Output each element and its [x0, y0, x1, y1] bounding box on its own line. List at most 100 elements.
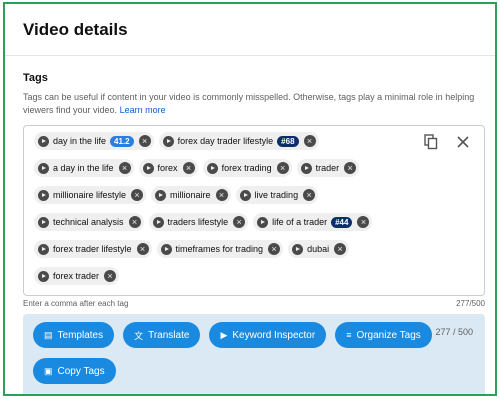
youtube-play-icon — [38, 189, 49, 201]
tagbox-actions — [424, 134, 470, 150]
youtube-play-icon — [300, 162, 312, 174]
tag-label: a day in the life — [53, 163, 114, 173]
tag-chip[interactable]: millionaire × — [151, 186, 231, 204]
remove-tag-icon[interactable]: × — [276, 162, 289, 174]
tag-rank-badge: #68 — [277, 135, 299, 147]
youtube-play-icon — [206, 162, 218, 174]
tag-chip[interactable]: trader × — [296, 159, 360, 177]
tag-chip[interactable]: live trading × — [235, 186, 319, 204]
remove-tag-icon[interactable]: × — [131, 189, 144, 201]
youtube-play-icon — [38, 243, 49, 255]
tag-label: timeframes for trading — [175, 244, 264, 254]
tag-label: dubai — [307, 244, 330, 254]
remove-tag-icon[interactable]: × — [136, 243, 149, 255]
copy-tags-button[interactable]: ▣ Copy Tags — [33, 358, 116, 384]
remove-tag-icon[interactable]: × — [128, 216, 141, 228]
tag-chip[interactable]: technical analysis × — [34, 213, 144, 231]
button-label: Translate — [148, 329, 190, 341]
remove-tag-icon[interactable]: × — [303, 135, 316, 147]
tag-label: forex trader — [53, 271, 100, 281]
youtube-play-icon — [239, 189, 251, 201]
tag-label: trader — [315, 163, 340, 173]
tag-chip[interactable]: a day in the life × — [34, 159, 134, 177]
remove-tag-icon[interactable]: × — [344, 162, 357, 174]
tags-title: Tags — [23, 72, 48, 84]
remove-tag-icon[interactable]: × — [182, 162, 195, 174]
remove-tag-icon[interactable]: × — [268, 243, 281, 255]
tag-row: day in the life 41.2 × forex day trader lif… — [34, 132, 414, 150]
play-icon: ▶ — [220, 329, 228, 340]
remove-tag-icon[interactable]: × — [138, 135, 151, 147]
button-label: Organize Tags — [356, 329, 421, 341]
tag-label: traders lifestyle — [167, 217, 229, 227]
tag-chip[interactable]: day in the life 41.2 × — [34, 132, 154, 150]
youtube-play-icon — [38, 162, 49, 174]
youtube-play-icon — [38, 270, 49, 282]
youtube-play-icon — [38, 135, 49, 147]
tags-footer: Enter a comma after each tag 277/500 — [23, 299, 485, 308]
tag-list: day in the life 41.2 × forex day trader lif… — [34, 132, 414, 285]
copy-icon[interactable] — [424, 134, 438, 150]
tags-help-text: Tags can be useful if content in your vi… — [23, 91, 477, 117]
tag-label: forex day trader lifestyle — [177, 136, 274, 146]
remove-tag-icon[interactable]: × — [357, 216, 370, 228]
youtube-play-icon — [38, 216, 49, 228]
remove-tag-icon[interactable]: × — [215, 189, 228, 201]
tag-label: forex trading — [221, 163, 272, 173]
tag-label: forex — [157, 163, 178, 173]
tags-hint: Enter a comma after each tag — [23, 299, 129, 308]
tag-chip[interactable]: traders lifestyle × — [148, 213, 249, 231]
tag-label: life of a trader — [272, 217, 328, 227]
sort-icon: ≡ — [346, 330, 352, 340]
translate-icon: 文 — [134, 330, 144, 341]
tag-chip[interactable]: forex day trader lifestyle #68 × — [158, 132, 319, 150]
youtube-play-icon — [142, 162, 154, 174]
page-title: Video details — [23, 19, 128, 39]
clear-icon[interactable] — [456, 134, 470, 150]
learn-more-link[interactable]: Learn more — [120, 105, 166, 115]
remove-tag-icon[interactable]: × — [334, 243, 347, 255]
remove-tag-icon[interactable]: × — [118, 162, 131, 174]
remove-tag-icon[interactable]: × — [233, 216, 246, 228]
translate-button[interactable]: 文 Translate — [123, 322, 201, 348]
tag-chip[interactable]: dubai × — [288, 240, 350, 258]
copy-icon: ▣ — [44, 365, 53, 376]
organize-tags-button[interactable]: ≡ Organize Tags — [335, 322, 432, 348]
tag-row: a day in the life × forex × forex trading × tr… — [34, 159, 414, 177]
panel-header: Video details — [5, 4, 495, 56]
tag-label: millionaire — [170, 190, 211, 200]
tag-chip[interactable]: forex trader × — [34, 267, 120, 285]
youtube-play-icon — [162, 135, 174, 147]
tag-rank-badge: #44 — [331, 216, 353, 228]
tag-label: technical analysis — [53, 217, 124, 227]
youtube-play-icon — [257, 216, 269, 228]
tag-chip[interactable]: timeframes for trading × — [156, 240, 284, 258]
tag-label: live trading — [254, 190, 299, 200]
tags-input[interactable]: day in the life 41.2 × forex day trader lif… — [23, 125, 485, 296]
button-label: Copy Tags — [57, 365, 105, 377]
remove-tag-icon[interactable]: × — [104, 270, 117, 282]
tag-chip[interactable]: forex trading × — [202, 159, 292, 177]
youtube-play-icon — [160, 243, 172, 255]
tag-label: forex trader lifestyle — [53, 244, 132, 254]
toolbar-row-2: ▣ Copy Tags — [33, 358, 475, 384]
template-icon: ▤ — [44, 329, 53, 340]
remove-tag-icon[interactable]: × — [303, 189, 316, 201]
tag-row: technical analysis × traders lifestyle × lif… — [34, 213, 414, 231]
tag-row: millionaire lifestyle × millionaire × live t… — [34, 186, 414, 204]
tag-chip[interactable]: forex × — [138, 159, 198, 177]
button-label: Keyword Inspector — [232, 329, 316, 341]
keyword-inspector-button[interactable]: ▶ Keyword Inspector — [209, 322, 327, 348]
youtube-play-icon — [155, 189, 167, 201]
tag-label: day in the life — [53, 136, 107, 146]
button-label: Templates — [57, 329, 104, 341]
youtube-play-icon — [292, 243, 304, 255]
tag-row: forex trader lifestyle × timeframes for tr… — [34, 240, 414, 258]
tag-tools-toolbar: ▤ Templates 文 Translate ▶ Keyword Inspector ≡ O… — [23, 314, 485, 394]
templates-button[interactable]: ▤ Templates — [33, 322, 115, 348]
tag-chip[interactable]: forex trader lifestyle × — [34, 240, 152, 258]
toolbar-count: 277 / 500 — [435, 327, 473, 337]
tags-char-count: 277/500 — [456, 299, 485, 308]
tag-chip[interactable]: millionaire lifestyle × — [34, 186, 147, 204]
tag-chip[interactable]: life of a trader #44 × — [253, 213, 373, 231]
